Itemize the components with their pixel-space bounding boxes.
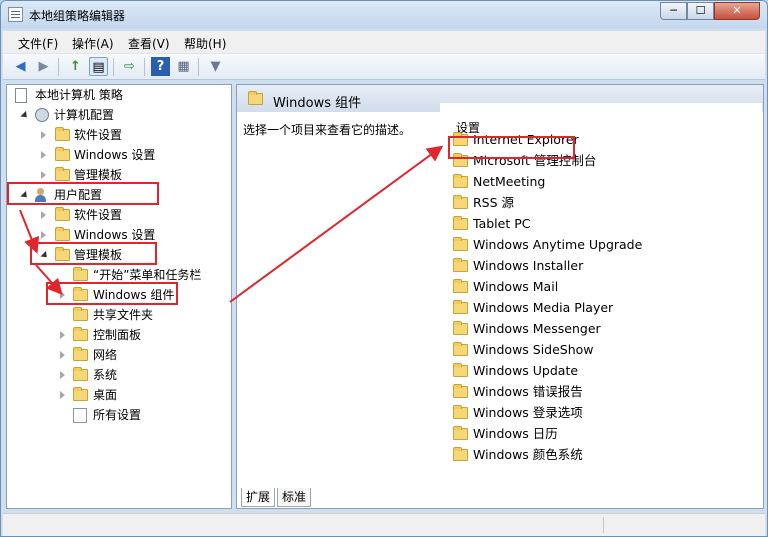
collapsed-arrow-icon[interactable] [41, 171, 46, 179]
folder-icon [73, 327, 88, 341]
collapsed-arrow-icon[interactable] [60, 391, 65, 399]
folder-icon [453, 405, 468, 419]
folder-icon [453, 237, 468, 251]
folder-icon [55, 227, 70, 241]
folder-icon [55, 127, 70, 141]
toolbar: ◀ ▶ ↑ ▤ ⇨ ? ▦ ▼ [3, 53, 765, 80]
list-item-label: Windows 日历 [473, 426, 558, 441]
highlight-internet-explorer [448, 136, 575, 159]
description-text: 选择一个项目来查看它的描述。 [243, 123, 412, 137]
folder-icon [73, 267, 88, 281]
all-settings-icon [73, 408, 87, 423]
maximize-button[interactable]: ☐ [687, 2, 714, 20]
close-button[interactable]: ✕ [714, 2, 760, 20]
back-icon[interactable]: ◀ [11, 57, 30, 76]
list-item-label: Tablet PC [473, 216, 531, 231]
up-folder-icon[interactable]: ↑ [66, 57, 85, 76]
status-divider [603, 517, 604, 533]
show-tree-icon[interactable]: ▤ [89, 57, 108, 76]
folder-icon [248, 91, 263, 105]
highlight-user-config [7, 182, 159, 205]
folder-icon [453, 384, 468, 398]
menu-action[interactable]: 操作(A) [72, 35, 114, 52]
collapsed-arrow-icon[interactable] [60, 351, 65, 359]
folder-icon [73, 387, 88, 401]
menu-help[interactable]: 帮助(H) [184, 35, 226, 52]
folder-icon [73, 307, 88, 321]
folder-icon [73, 347, 88, 361]
status-bar [3, 513, 765, 536]
settings-list[interactable]: 设置 Internet Explorer Microsoft 管理控制台 NetMe… [440, 103, 762, 503]
menu-file[interactable]: 文件(F) [18, 35, 58, 52]
folder-icon [453, 300, 468, 314]
tree-pane[interactable]: 本地计算机 策略 计算机配置 软件设置 Windows 设置 管理模板 用户配置 [6, 84, 232, 509]
list-item-label: Windows 登录选项 [473, 405, 583, 420]
filter-icon[interactable]: ▼ [206, 57, 225, 76]
expanded-arrow-icon[interactable] [20, 110, 30, 121]
folder-icon [55, 167, 70, 181]
tab-standard[interactable]: 标准 [277, 488, 312, 507]
collapsed-arrow-icon[interactable] [60, 331, 65, 339]
list-item-label: Windows Anytime Upgrade [473, 237, 643, 252]
collapsed-arrow-icon[interactable] [41, 231, 46, 239]
list-item-label: Windows 颜色系统 [473, 447, 583, 462]
export-list-icon[interactable]: ⇨ [120, 57, 139, 76]
folder-icon [55, 207, 70, 221]
properties-icon[interactable]: ▦ [174, 57, 193, 76]
collapsed-arrow-icon[interactable] [41, 131, 46, 139]
list-item-label: Windows Media Player [473, 300, 614, 315]
list-item-label: Windows Mail [473, 279, 559, 294]
app-window: 本地组策略编辑器 ─ ☐ ✕ 文件(F) 操作(A) 查看(V) 帮助(H) ◀… [0, 0, 768, 537]
list-item-label: Windows SideShow [473, 342, 594, 357]
folder-icon [453, 279, 468, 293]
folder-icon [453, 216, 468, 230]
minimize-button[interactable]: ─ [660, 2, 687, 20]
folder-icon [55, 147, 70, 161]
toolbar-separator [58, 58, 59, 76]
highlight-admin-templates [30, 242, 157, 265]
view-tabs: 扩展 标准 [237, 485, 763, 508]
collapsed-arrow-icon[interactable] [41, 151, 46, 159]
folder-icon [453, 426, 468, 440]
folder-icon [453, 447, 468, 461]
list-item-label: Windows Update [473, 363, 579, 378]
toolbar-separator [113, 58, 114, 76]
menu-bar: 文件(F) 操作(A) 查看(V) 帮助(H) [3, 31, 765, 53]
list-item-label: Windows Installer [473, 258, 584, 273]
policy-editor-icon [8, 7, 23, 22]
list-item-label: Windows 错误报告 [473, 384, 583, 399]
folder-icon [453, 174, 468, 188]
menu-view[interactable]: 查看(V) [128, 35, 170, 52]
folder-icon [453, 363, 468, 377]
folder-icon [453, 258, 468, 272]
details-pane: Windows 组件 选择一个项目来查看它的描述。 设置 Internet Ex… [236, 84, 764, 509]
collapsed-arrow-icon[interactable] [60, 371, 65, 379]
collapsed-arrow-icon[interactable] [41, 211, 46, 219]
toolbar-separator [198, 58, 199, 76]
list-item-label: Windows Messenger [473, 321, 601, 336]
window-title: 本地组策略编辑器 [29, 9, 126, 23]
tab-extended[interactable]: 扩展 [241, 488, 276, 507]
toolbar-separator [144, 58, 145, 76]
policy-document-icon [15, 88, 27, 103]
computer-icon [35, 108, 49, 122]
details-title: Windows 组件 [273, 96, 362, 111]
title-bar[interactable]: 本地组策略编辑器 ─ ☐ ✕ [1, 1, 767, 29]
forward-icon[interactable]: ▶ [34, 57, 53, 76]
folder-icon [453, 342, 468, 356]
highlight-windows-components [46, 282, 178, 305]
help-icon[interactable]: ? [151, 57, 170, 76]
folder-icon [73, 367, 88, 381]
folder-icon [453, 195, 468, 209]
folder-icon [453, 321, 468, 335]
column-header-setting[interactable]: 设置 [440, 103, 746, 135]
list-item-label: RSS 源 [473, 195, 515, 210]
list-item-label: NetMeeting [473, 174, 546, 189]
